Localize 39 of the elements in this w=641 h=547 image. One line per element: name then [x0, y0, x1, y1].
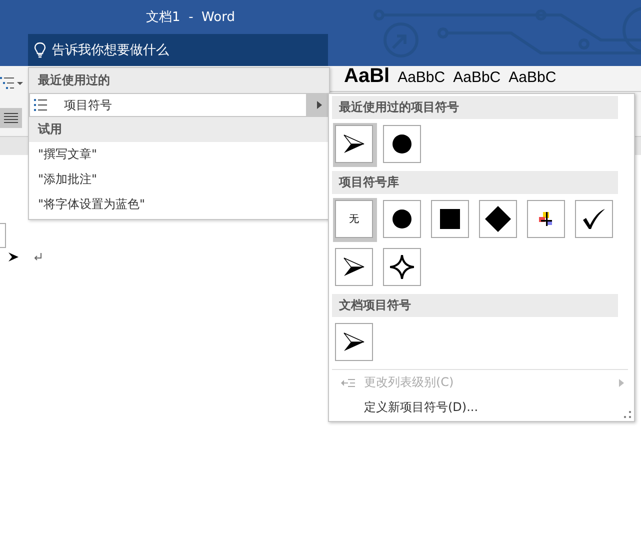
- arrowhead-bullet-icon: [343, 332, 365, 352]
- tell-me-search-box[interactable]: 告诉我你想要做什么: [28, 34, 328, 66]
- section-heading: 文档项目符号: [332, 294, 618, 317]
- circle-bullet-icon: [392, 134, 412, 154]
- four-point-star-bullet-icon: [390, 255, 414, 279]
- section-heading: 项目符号库: [332, 171, 618, 194]
- list-level-icon: [341, 378, 355, 388]
- bullet-option[interactable]: [333, 123, 377, 167]
- suggestion-item[interactable]: "添加批注": [29, 167, 329, 192]
- section-heading: 试用: [29, 117, 329, 142]
- menu-item-label: 项目符号: [64, 96, 113, 114]
- style-preview[interactable]: AaBbC: [453, 70, 501, 85]
- square-bullet-icon: [440, 209, 460, 229]
- section-heading: 最近使用过的项目符号: [332, 96, 618, 119]
- multilevel-list-icon[interactable]: [0, 76, 24, 90]
- style-preview[interactable]: AaBl: [344, 66, 390, 86]
- arrowhead-bullet-icon: [8, 252, 19, 262]
- menu-item[interactable]: 项目符号: [29, 93, 329, 117]
- arrowhead-bullet-icon: [343, 257, 365, 277]
- checkmark-bullet-icon: [582, 208, 606, 230]
- paragraph-mark-icon: [33, 253, 42, 261]
- suggestion-item[interactable]: "将字体设置为蓝色": [29, 192, 329, 217]
- diamond-bullet-icon: [485, 206, 511, 232]
- lightbulb-icon: [34, 42, 46, 58]
- menu-command[interactable]: 定义新项目符号(D)...: [332, 395, 630, 420]
- style-preview[interactable]: AaBbC: [398, 70, 446, 85]
- circle-bullet-icon: [392, 209, 412, 229]
- resize-grip-icon: [624, 411, 631, 418]
- suggestion-item[interactable]: "撰写文章": [29, 142, 329, 167]
- colored-plus-bullet-icon: [539, 212, 553, 226]
- none-label: 无: [349, 213, 359, 226]
- arrowhead-bullet-icon: [343, 134, 365, 154]
- submenu-arrow-icon: [619, 378, 624, 386]
- align-justify-icon[interactable]: [0, 108, 22, 128]
- bullet-option[interactable]: 无: [333, 198, 377, 242]
- window-title: 文档1 - Word: [146, 9, 235, 26]
- style-preview[interactable]: AaBbC: [508, 70, 556, 85]
- section-heading: 最近使用过的: [29, 68, 329, 93]
- bullet-list-icon: [34, 99, 48, 111]
